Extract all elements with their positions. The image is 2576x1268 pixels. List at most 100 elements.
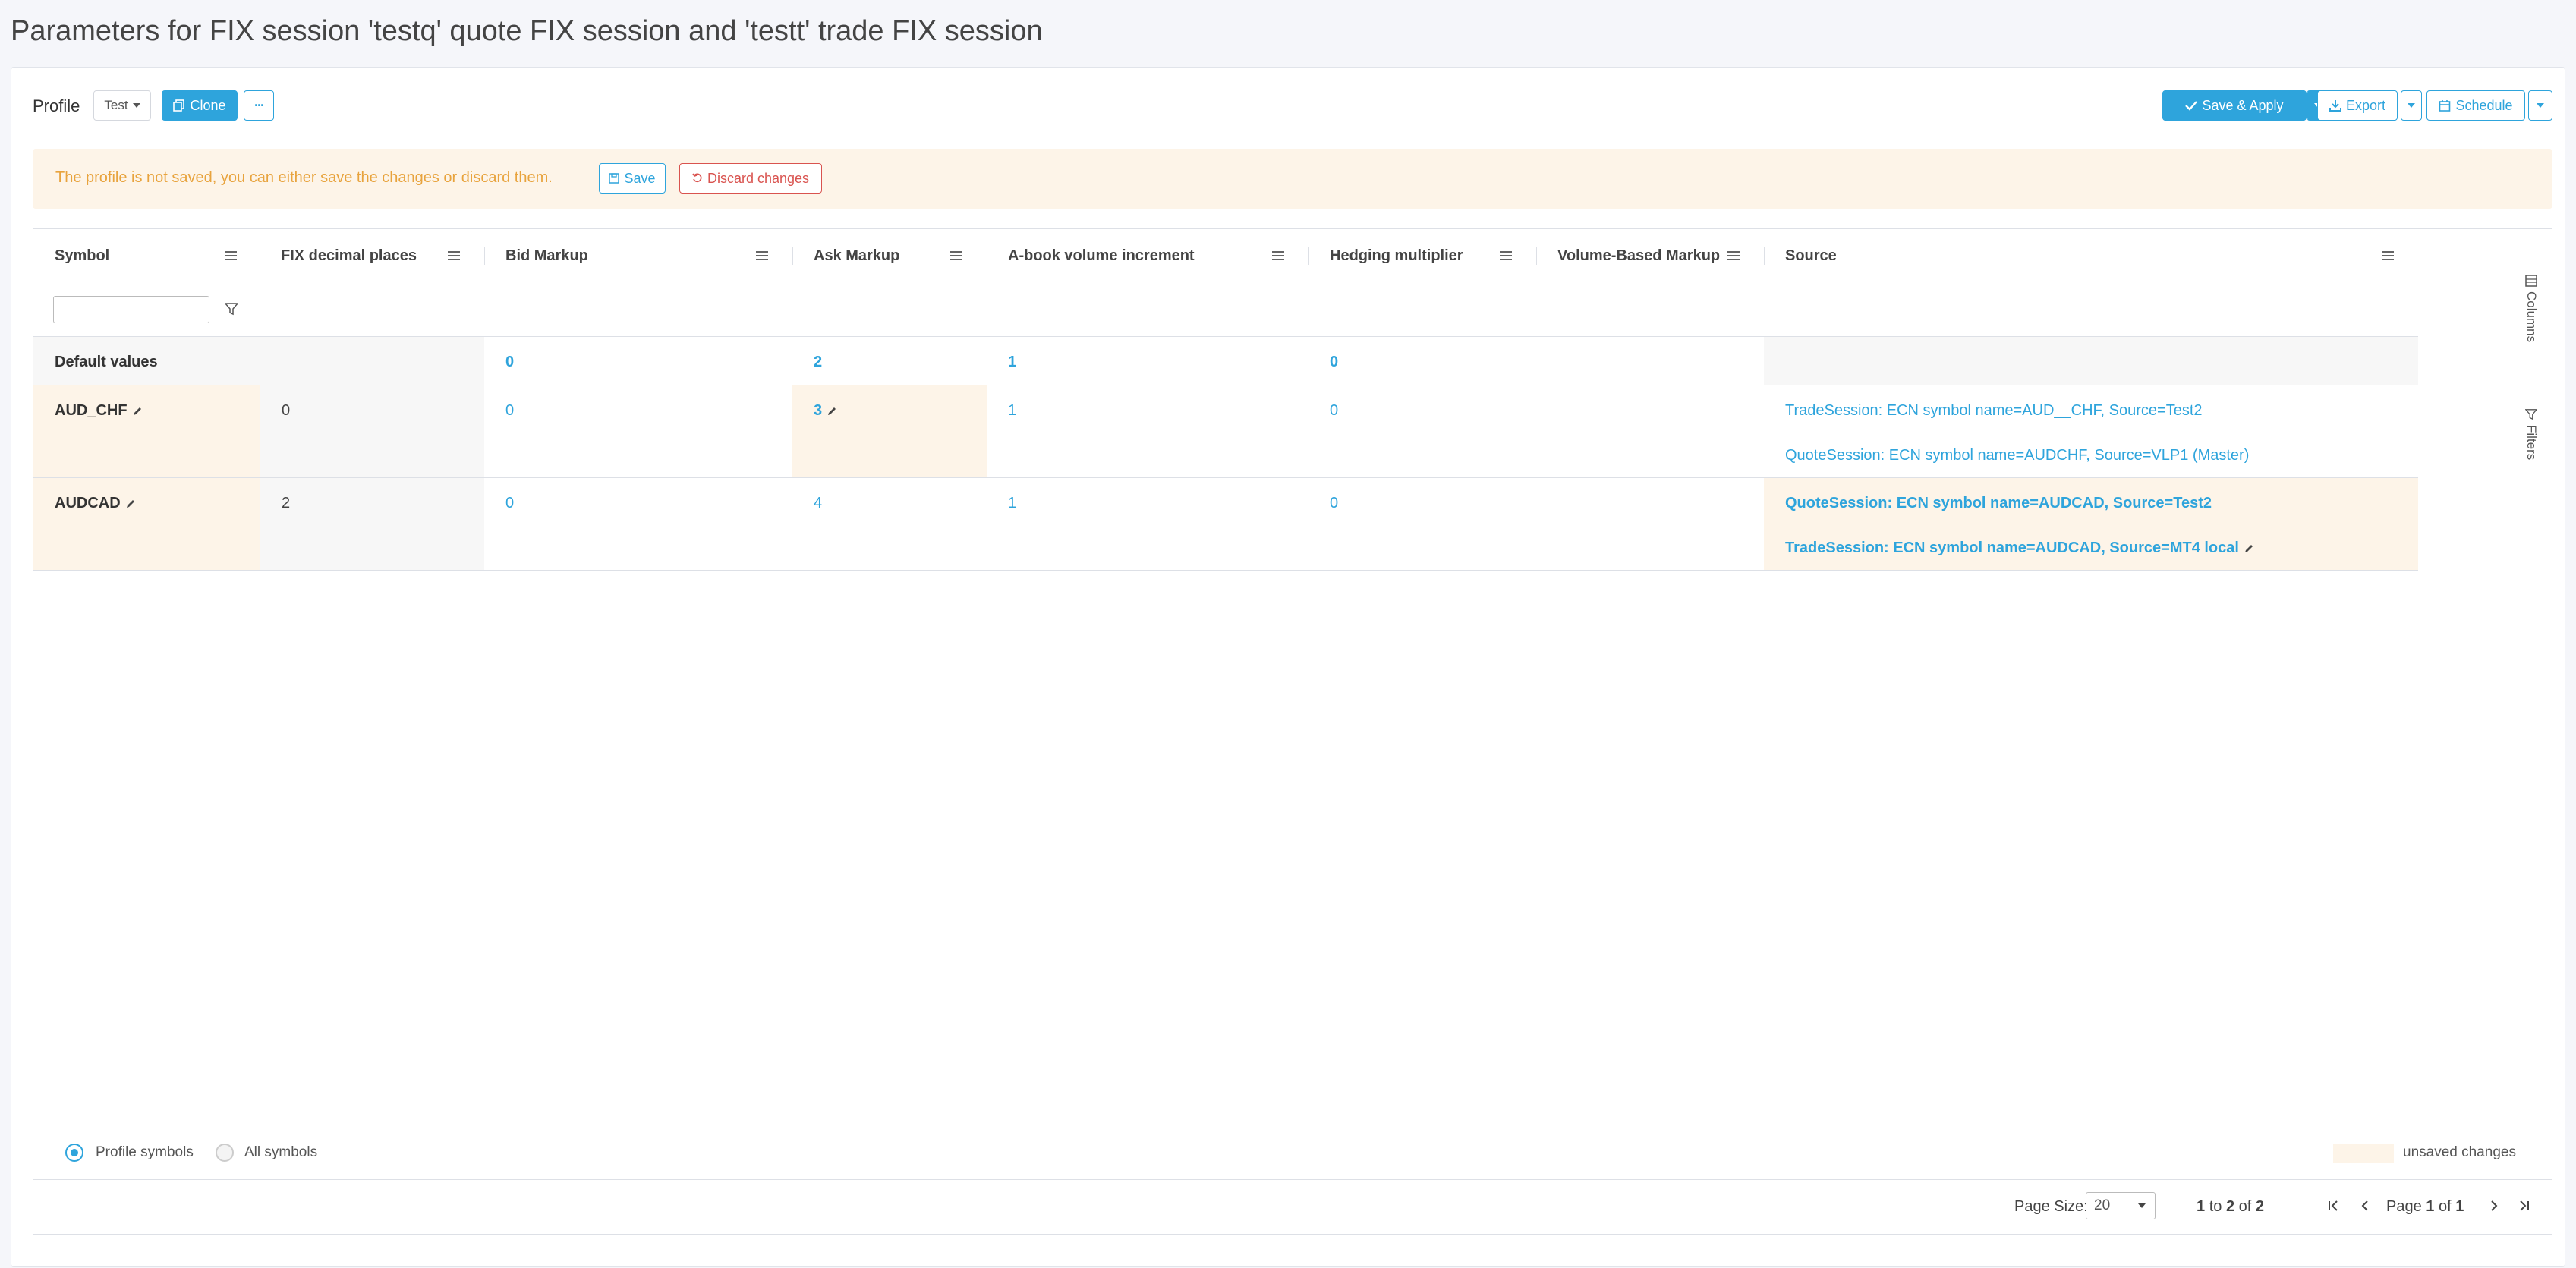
- grid-options-bar: Profile symbols All symbols unsaved chan…: [33, 1125, 2552, 1179]
- previous-page-icon[interactable]: [2354, 1195, 2376, 1216]
- main-card: Profile Test Clone ··· Save & Apply Expo…: [11, 67, 2565, 1267]
- columns-tab[interactable]: Columns: [2524, 275, 2539, 342]
- default-abook-cell[interactable]: 1: [987, 337, 1308, 385]
- discard-changes-button[interactable]: Discard changes: [679, 163, 822, 194]
- column-header-fix-decimal-places[interactable]: FIX decimal places: [260, 229, 484, 282]
- profile-select-value: Test: [104, 98, 128, 112]
- save-apply-label: Save & Apply: [2202, 97, 2284, 113]
- column-menu-icon[interactable]: [1272, 251, 1284, 260]
- ask-markup-value[interactable]: 4: [814, 495, 822, 512]
- export-button[interactable]: Export: [2317, 90, 2398, 121]
- default-fix-decimal-cell: [260, 337, 484, 385]
- last-page-icon[interactable]: [2514, 1195, 2535, 1216]
- column-menu-icon[interactable]: [2382, 251, 2394, 260]
- source-link[interactable]: QuoteSession: ECN symbol name=AUDCHF, So…: [1785, 447, 2249, 464]
- column-header-abook-volume-increment[interactable]: A-book volume increment: [987, 229, 1308, 282]
- hedging-value[interactable]: 0: [1330, 495, 1338, 512]
- hedging-value[interactable]: 0: [1330, 402, 1338, 420]
- bid-markup-cell[interactable]: 0: [484, 385, 792, 477]
- column-header-label: Symbol: [55, 247, 110, 264]
- alert-save-button[interactable]: Save: [599, 163, 666, 194]
- column-header-label: Ask Markup: [814, 247, 900, 264]
- bid-markup-cell[interactable]: 0: [484, 478, 792, 570]
- column-header-volume-based-markup[interactable]: Volume-Based Markup: [1536, 229, 1764, 282]
- filter-icon[interactable]: [225, 302, 238, 316]
- source-link[interactable]: TradeSession: ECN symbol name=AUDCAD, So…: [1785, 540, 2254, 557]
- ask-markup-cell[interactable]: 4: [792, 478, 987, 570]
- column-menu-icon[interactable]: [756, 251, 768, 260]
- source-link[interactable]: TradeSession: ECN symbol name=AUD__CHF, …: [1785, 402, 2203, 420]
- column-menu-icon[interactable]: [1500, 251, 1512, 260]
- column-header-ask-markup[interactable]: Ask Markup: [792, 229, 987, 282]
- more-dots-icon: ···: [254, 97, 265, 113]
- column-separator[interactable]: [1764, 247, 1765, 265]
- symbol-filter-input[interactable]: [53, 296, 209, 323]
- all-symbols-radio[interactable]: [216, 1144, 234, 1162]
- column-header-label: Volume-Based Markup: [1557, 247, 1721, 264]
- all-symbols-label[interactable]: All symbols: [244, 1144, 317, 1161]
- range-from: 1: [2197, 1198, 2206, 1215]
- row-range-summary: 1 to 2 of 2: [2197, 1198, 2264, 1216]
- default-bid-markup-cell[interactable]: 0: [484, 337, 792, 385]
- page-size-select[interactable]: 20: [2086, 1192, 2156, 1219]
- column-header-bid-markup[interactable]: Bid Markup: [484, 229, 792, 282]
- more-options-button[interactable]: ···: [244, 90, 274, 121]
- unsaved-legend-swatch: [2333, 1144, 2394, 1163]
- column-header-hedging-multiplier[interactable]: Hedging multiplier: [1308, 229, 1536, 282]
- next-page-icon[interactable]: [2483, 1195, 2505, 1216]
- default-ask-markup-cell[interactable]: 2: [792, 337, 987, 385]
- symbol-cell[interactable]: AUDCAD: [33, 478, 260, 570]
- clone-button[interactable]: Clone: [162, 90, 238, 121]
- column-separator[interactable]: [1536, 247, 1537, 265]
- calendar-icon: [2439, 100, 2451, 112]
- schedule-button[interactable]: Schedule: [2426, 90, 2525, 121]
- abook-cell[interactable]: 1: [987, 385, 1308, 477]
- unsaved-alert: The profile is not saved, you can either…: [33, 149, 2552, 209]
- first-page-icon[interactable]: [2322, 1195, 2344, 1216]
- default-bid-markup-value[interactable]: 0: [505, 354, 514, 371]
- column-menu-icon[interactable]: [448, 251, 460, 260]
- symbol-text: AUD_CHF: [55, 402, 128, 419]
- bid-markup-value[interactable]: 0: [505, 495, 514, 512]
- ask-markup-value[interactable]: 3: [814, 402, 837, 420]
- default-volume-markup-cell: [1536, 337, 1764, 385]
- default-hedging-value[interactable]: 0: [1330, 354, 1338, 371]
- column-menu-icon[interactable]: [1727, 251, 1740, 260]
- profile-select[interactable]: Test: [93, 90, 151, 121]
- filters-tab[interactable]: Filters: [2524, 408, 2539, 460]
- column-separator[interactable]: [484, 247, 485, 265]
- profile-symbols-label[interactable]: Profile symbols: [96, 1144, 194, 1161]
- abook-value[interactable]: 1: [1008, 402, 1016, 420]
- volume-markup-cell[interactable]: [1536, 478, 1764, 570]
- column-menu-icon[interactable]: [950, 251, 962, 260]
- fix-decimal-value: 0: [282, 402, 291, 419]
- column-header-source[interactable]: Source: [1764, 229, 2418, 282]
- page-indicator: Page 1 of 1: [2386, 1198, 2464, 1216]
- source-link[interactable]: QuoteSession: ECN symbol name=AUDCAD, So…: [1785, 495, 2212, 512]
- profile-symbols-radio[interactable]: [65, 1144, 83, 1162]
- bid-markup-value[interactable]: 0: [505, 402, 514, 420]
- default-ask-markup-value[interactable]: 2: [814, 354, 822, 371]
- export-dropdown[interactable]: [2401, 90, 2422, 121]
- default-abook-value[interactable]: 1: [1008, 354, 1016, 371]
- default-hedging-cell[interactable]: 0: [1308, 337, 1536, 385]
- symbol-text: AUDCAD: [55, 495, 121, 511]
- fix-decimal-cell: 2: [260, 478, 484, 570]
- symbol-cell[interactable]: AUD_CHF: [33, 385, 260, 477]
- hedging-cell[interactable]: 0: [1308, 385, 1536, 477]
- column-header-symbol[interactable]: Symbol: [33, 229, 260, 282]
- save-apply-button[interactable]: Save & Apply: [2162, 90, 2307, 121]
- column-menu-icon[interactable]: [225, 251, 237, 260]
- page-size-value: 20: [2094, 1197, 2111, 1213]
- schedule-dropdown[interactable]: [2528, 90, 2552, 121]
- source-cell[interactable]: QuoteSession: ECN symbol name=AUDCAD, So…: [1764, 478, 2418, 570]
- column-separator[interactable]: [792, 247, 793, 265]
- page-of-word: of: [2438, 1198, 2452, 1215]
- column-separator[interactable]: [1308, 247, 1309, 265]
- source-cell[interactable]: TradeSession: ECN symbol name=AUD__CHF, …: [1764, 385, 2418, 477]
- ask-markup-cell[interactable]: 3: [792, 385, 987, 477]
- abook-cell[interactable]: 1: [987, 478, 1308, 570]
- abook-value[interactable]: 1: [1008, 495, 1016, 512]
- volume-markup-cell[interactable]: [1536, 385, 1764, 477]
- hedging-cell[interactable]: 0: [1308, 478, 1536, 570]
